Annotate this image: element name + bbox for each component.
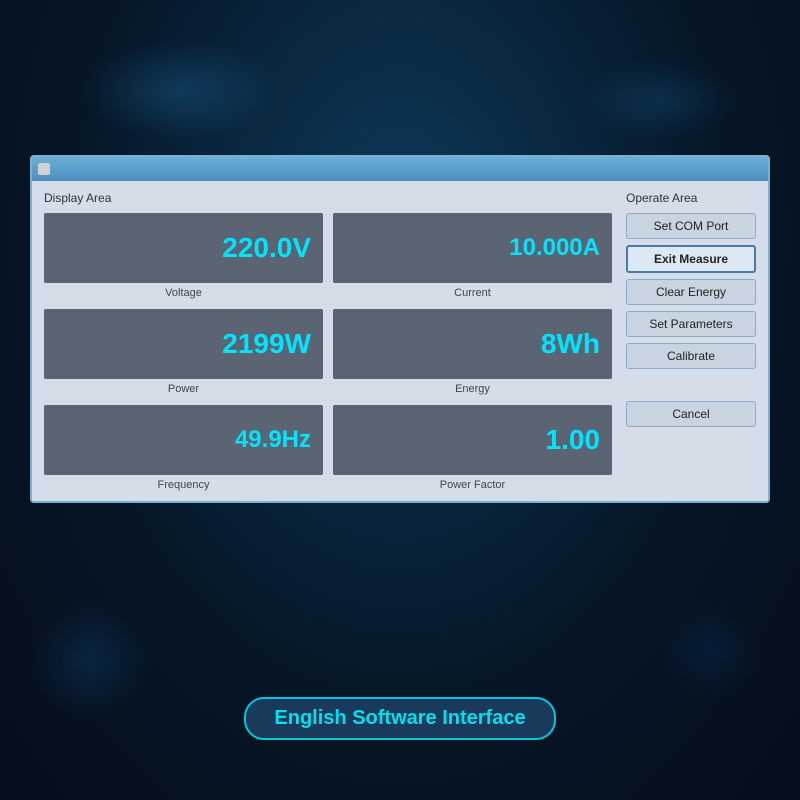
metric-display-frequency: 49.9Hz: [44, 405, 323, 475]
op-buttons: Set COM Port Exit Measure Clear Energy S…: [626, 213, 756, 427]
set-com-port-button[interactable]: Set COM Port: [626, 213, 756, 239]
bottom-label: English Software Interface: [244, 697, 555, 740]
metric-value-voltage: 220.0V: [222, 232, 311, 264]
metric-label-voltage: Voltage: [165, 287, 202, 299]
display-area-label: Display Area: [44, 191, 612, 205]
display-area: Display Area 220.0V Voltage 10.000A Curr…: [44, 191, 612, 491]
metric-block-voltage: 220.0V Voltage: [44, 213, 323, 299]
metric-block-frequency: 49.9Hz Frequency: [44, 405, 323, 491]
bg-decoration-2: [580, 60, 740, 140]
bottom-label-wrapper: English Software Interface: [0, 697, 800, 740]
metric-display-energy: 8Wh: [333, 309, 612, 379]
metric-block-power-factor: 1.00 Power Factor: [333, 405, 612, 491]
metric-block-power: 2199W Power: [44, 309, 323, 395]
metric-value-frequency: 49.9Hz: [235, 426, 311, 454]
metric-block-current: 10.000A Current: [333, 213, 612, 299]
metric-value-current: 10.000A: [509, 234, 600, 262]
title-bar-icon: [38, 163, 50, 175]
metric-display-power-factor: 1.00: [333, 405, 612, 475]
calibrate-button[interactable]: Calibrate: [626, 343, 756, 369]
operate-area: Operate Area Set COM Port Exit Measure C…: [626, 191, 756, 491]
metric-value-power-factor: 1.00: [546, 424, 601, 456]
operate-area-label: Operate Area: [626, 191, 756, 205]
exit-measure-button[interactable]: Exit Measure: [626, 245, 756, 273]
metric-display-current: 10.000A: [333, 213, 612, 283]
title-bar: [32, 157, 768, 181]
clear-energy-button[interactable]: Clear Energy: [626, 279, 756, 305]
set-parameters-button[interactable]: Set Parameters: [626, 311, 756, 337]
button-spacer: [626, 375, 756, 395]
metric-label-power-factor: Power Factor: [440, 479, 505, 491]
metric-display-power: 2199W: [44, 309, 323, 379]
bg-decoration-4: [660, 600, 760, 700]
cancel-button[interactable]: Cancel: [626, 401, 756, 427]
metric-label-energy: Energy: [455, 383, 490, 395]
metric-block-energy: 8Wh Energy: [333, 309, 612, 395]
window-content: Display Area 220.0V Voltage 10.000A Curr…: [32, 181, 768, 501]
metric-value-energy: 8Wh: [541, 328, 600, 360]
metric-label-current: Current: [454, 287, 491, 299]
metric-display-voltage: 220.0V: [44, 213, 323, 283]
metrics-grid: 220.0V Voltage 10.000A Current 2199W: [44, 213, 612, 491]
metric-label-frequency: Frequency: [158, 479, 210, 491]
main-window: Display Area 220.0V Voltage 10.000A Curr…: [30, 155, 770, 503]
metric-label-power: Power: [168, 383, 199, 395]
metric-value-power: 2199W: [222, 328, 311, 360]
bg-decoration-1: [80, 40, 280, 140]
